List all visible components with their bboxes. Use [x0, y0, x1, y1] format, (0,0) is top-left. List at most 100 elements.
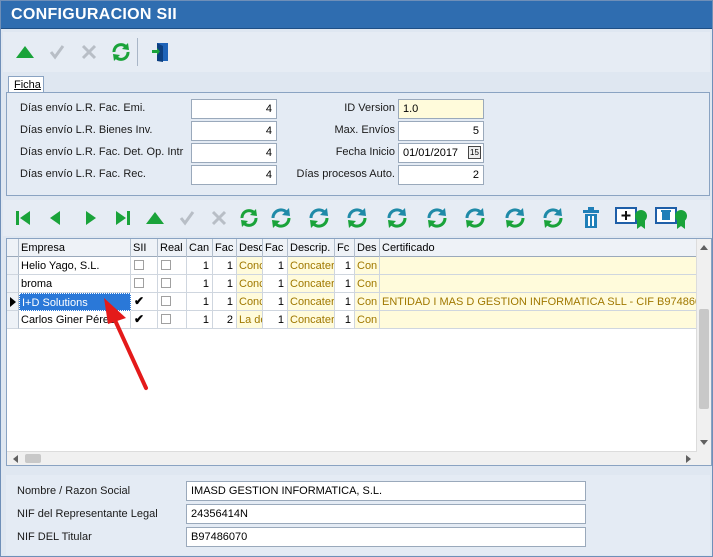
cell-real[interactable]: [158, 311, 187, 329]
scroll-left-icon[interactable]: [9, 452, 23, 466]
dias-bienes-field[interactable]: 4: [191, 121, 277, 141]
cell-descrip[interactable]: Concater: [288, 311, 335, 329]
real-checkbox[interactable]: [161, 278, 171, 288]
vertical-scroll-thumb[interactable]: [699, 309, 709, 409]
refresh-icon[interactable]: [235, 204, 263, 232]
cell-fac[interactable]: 2: [213, 311, 237, 329]
cell-certificado[interactable]: [380, 311, 697, 329]
dias-emi-field[interactable]: 4: [191, 99, 277, 119]
nif-titular-field[interactable]: B97486070: [186, 527, 586, 547]
column-header-fac2[interactable]: Fac: [263, 239, 288, 257]
calendar-icon[interactable]: 15: [468, 146, 481, 159]
cell-fac2[interactable]: 1: [263, 293, 288, 311]
real-checkbox[interactable]: [161, 296, 171, 306]
cell-descrip[interactable]: Concater: [288, 275, 335, 293]
delete-certificate-icon[interactable]: [655, 204, 689, 232]
refresh-icon[interactable]: [539, 204, 567, 232]
column-header-des[interactable]: Des: [355, 239, 380, 257]
cell-fac2[interactable]: 1: [263, 257, 288, 275]
next-record-icon[interactable]: [77, 204, 105, 232]
cell-desc[interactable]: Conc: [237, 257, 263, 275]
cell-real[interactable]: [158, 257, 187, 275]
add-certificate-icon[interactable]: [615, 204, 649, 232]
sii-checkbox[interactable]: [134, 278, 144, 288]
check-icon[interactable]: [43, 38, 71, 66]
column-header-certificado[interactable]: Certificado: [380, 239, 697, 257]
cell-fc[interactable]: 1: [335, 293, 355, 311]
up-arrow-icon[interactable]: [141, 204, 169, 232]
cell-desc[interactable]: La de: [237, 311, 263, 329]
table-row[interactable]: Helio Yago, S.L. 1 1 Conc 1 Concater 1 C…: [7, 257, 697, 275]
table-row[interactable]: broma 1 1 Conc 1 Concater 1 Con: [7, 275, 697, 293]
id-version-field[interactable]: 1.0: [398, 99, 484, 119]
column-header-empresa[interactable]: Empresa: [19, 239, 131, 257]
vertical-scrollbar[interactable]: [696, 239, 711, 465]
cell-fac[interactable]: 1: [213, 275, 237, 293]
cell-fac2[interactable]: 1: [263, 311, 288, 329]
column-header-fac[interactable]: Fac: [213, 239, 237, 257]
scroll-down-icon[interactable]: [697, 435, 711, 449]
column-header-can[interactable]: Can: [187, 239, 213, 257]
last-record-icon[interactable]: [109, 204, 137, 232]
sii-checkbox[interactable]: [134, 260, 144, 270]
horizontal-scrollbar[interactable]: [7, 451, 697, 465]
cell-fac2[interactable]: 1: [263, 275, 288, 293]
cell-certificado[interactable]: [380, 257, 697, 275]
cell-des[interactable]: Con: [355, 257, 380, 275]
cell-desc[interactable]: Conc: [237, 293, 263, 311]
cell-des[interactable]: Con: [355, 275, 380, 293]
column-header-sii[interactable]: SII: [131, 239, 158, 257]
up-arrow-icon[interactable]: [11, 38, 39, 66]
dias-rec-field[interactable]: 4: [191, 165, 277, 185]
sync-icon[interactable]: [501, 204, 529, 232]
check-icon[interactable]: [173, 204, 201, 232]
cell-fc[interactable]: 1: [335, 275, 355, 293]
real-checkbox[interactable]: [161, 314, 171, 324]
cancel-icon[interactable]: [205, 204, 233, 232]
cell-fac[interactable]: 1: [213, 257, 237, 275]
cell-can[interactable]: 1: [187, 275, 213, 293]
real-checkbox[interactable]: [161, 260, 171, 270]
horizontal-scroll-thumb[interactable]: [25, 454, 41, 463]
cell-real[interactable]: [158, 293, 187, 311]
column-header-desc[interactable]: Desc: [237, 239, 263, 257]
prev-record-icon[interactable]: [41, 204, 69, 232]
cell-certificado[interactable]: ENTIDAD I MAS D GESTION INFORMATICA SLL …: [380, 293, 697, 311]
cell-descrip[interactable]: Concater: [288, 257, 335, 275]
cell-empresa[interactable]: broma: [19, 275, 131, 293]
cell-desc[interactable]: Conc: [237, 275, 263, 293]
exit-door-icon[interactable]: [147, 38, 175, 66]
tab-ficha[interactable]: Ficha: [8, 76, 44, 93]
sync-lrfe-icon[interactable]: [267, 204, 295, 232]
cancel-icon[interactable]: [75, 38, 103, 66]
nif-representante-field[interactable]: 24356414N: [186, 504, 586, 524]
cell-fc[interactable]: 1: [335, 311, 355, 329]
cell-certificado[interactable]: [380, 275, 697, 293]
cell-empresa[interactable]: Helio Yago, S.L.: [19, 257, 131, 275]
first-record-icon[interactable]: [9, 204, 37, 232]
cell-can[interactable]: 1: [187, 293, 213, 311]
cell-sii[interactable]: [131, 275, 158, 293]
delete-icon[interactable]: [577, 204, 605, 232]
cell-descrip[interactable]: Concater: [288, 293, 335, 311]
nombre-field[interactable]: IMASD GESTION INFORMATICA, S.L.: [186, 481, 586, 501]
cell-can[interactable]: 1: [187, 257, 213, 275]
scroll-up-icon[interactable]: [697, 241, 711, 255]
dias-procesos-field[interactable]: 2: [398, 165, 484, 185]
cell-des[interactable]: Con: [355, 311, 380, 329]
cell-real[interactable]: [158, 275, 187, 293]
sync-icon[interactable]: [343, 204, 371, 232]
cell-fac[interactable]: 1: [213, 293, 237, 311]
fecha-inicio-field[interactable]: 01/01/2017 15: [398, 143, 484, 163]
sync-icon[interactable]: [383, 204, 411, 232]
cell-des[interactable]: Con: [355, 293, 380, 311]
column-header-real[interactable]: Real: [158, 239, 187, 257]
sync-icon[interactable]: [461, 204, 489, 232]
column-header-descrip[interactable]: Descrip.: [288, 239, 335, 257]
scroll-right-icon[interactable]: [681, 452, 695, 466]
cell-fc[interactable]: 1: [335, 257, 355, 275]
cell-can[interactable]: 1: [187, 311, 213, 329]
cell-sii[interactable]: [131, 257, 158, 275]
sync-icon[interactable]: [305, 204, 333, 232]
max-envios-field[interactable]: 5: [398, 121, 484, 141]
